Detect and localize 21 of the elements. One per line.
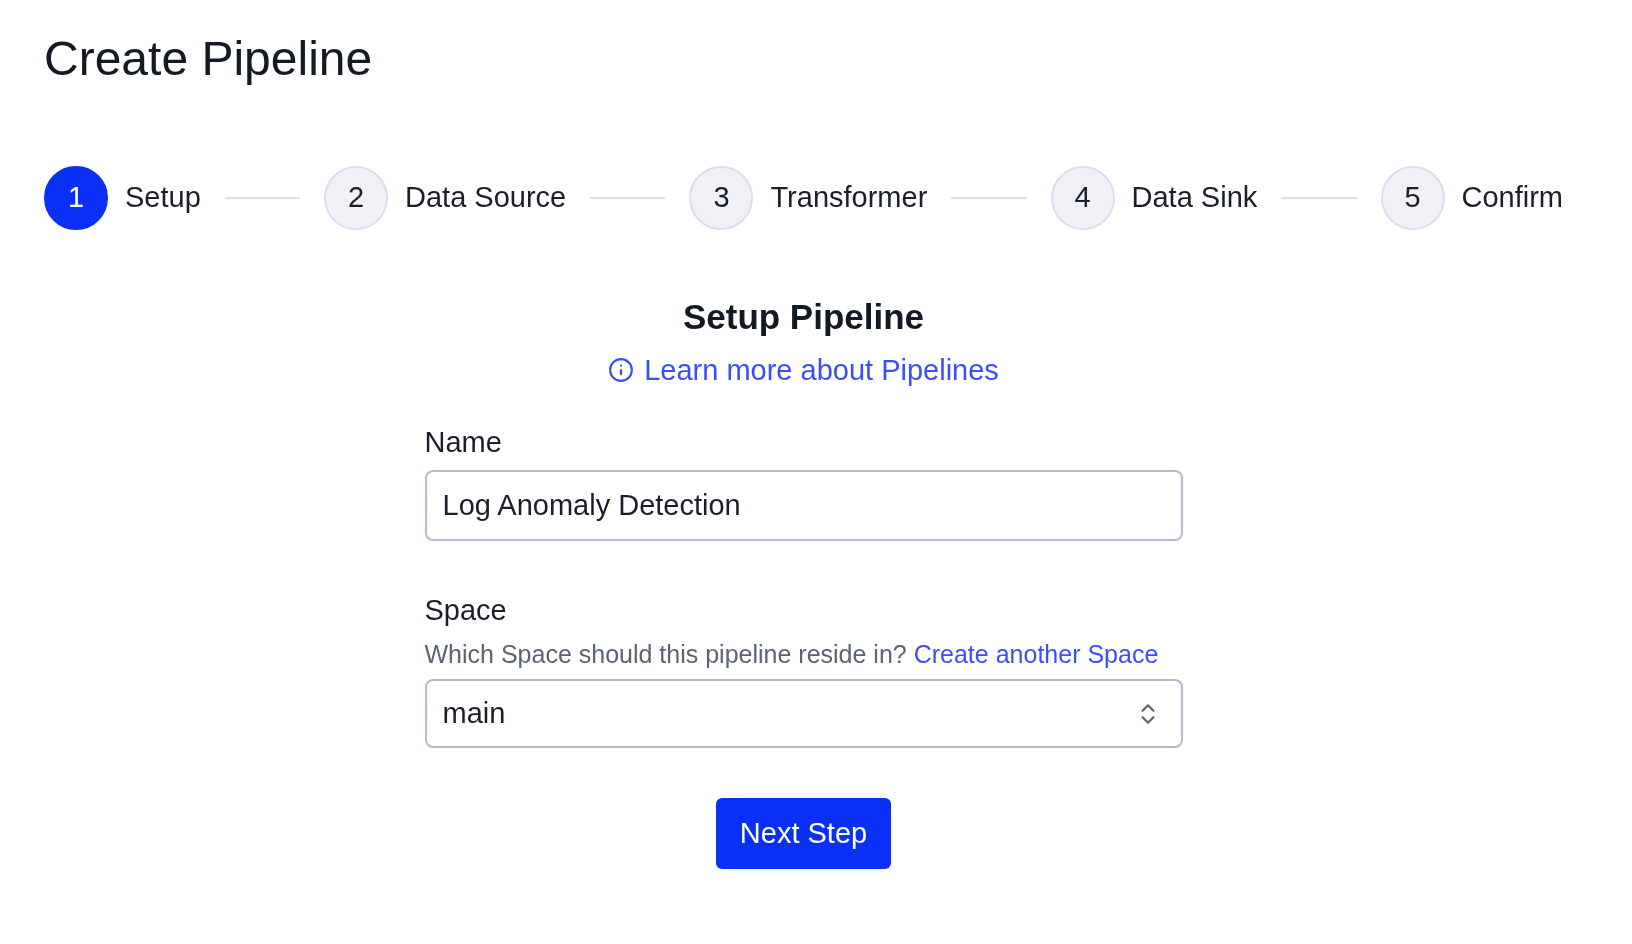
step-label: Confirm bbox=[1461, 180, 1564, 216]
page-title: Create Pipeline bbox=[44, 35, 374, 83]
field-label: Space bbox=[424, 593, 508, 628]
step-number: 3 bbox=[689, 166, 754, 230]
name-input[interactable]: Log Anomaly Detection bbox=[424, 470, 1183, 541]
step-number: 1 bbox=[44, 166, 108, 230]
info-icon bbox=[608, 357, 635, 383]
field-label: Name bbox=[424, 425, 503, 460]
create-space-link[interactable]: Create another Space bbox=[913, 640, 1159, 668]
form-heading: Setup Pipeline bbox=[682, 296, 925, 338]
learn-more-link[interactable]: Learn more about Pipelines bbox=[608, 352, 999, 388]
field-description: Which Space should this pipeline reside in? Create another Space bbox=[424, 639, 1160, 670]
space-select[interactable]: main bbox=[424, 679, 1183, 748]
step-number: 2 bbox=[324, 166, 389, 230]
step-label: Transformer bbox=[770, 180, 928, 216]
step-number: 5 bbox=[1380, 166, 1445, 230]
step-number: 4 bbox=[1050, 166, 1115, 230]
step-label: Setup bbox=[125, 180, 201, 216]
step-label: Data Sink bbox=[1131, 180, 1258, 216]
next-step-button[interactable]: Next Step bbox=[715, 798, 892, 869]
step-label: Data Source bbox=[405, 180, 567, 216]
